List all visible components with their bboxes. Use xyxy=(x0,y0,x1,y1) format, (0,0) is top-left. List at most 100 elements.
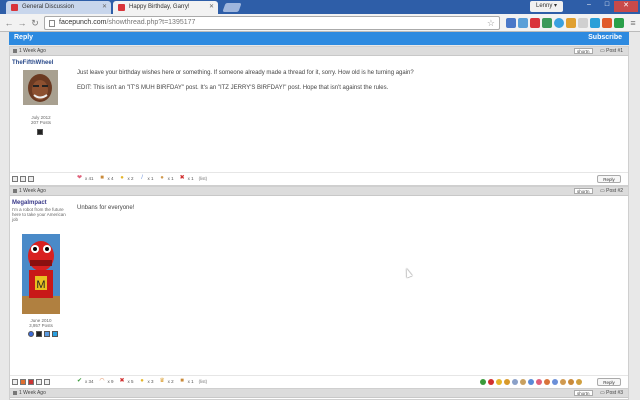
rate-optimistic-icon[interactable] xyxy=(576,379,582,385)
post-date: 1 Week Ago xyxy=(19,48,46,54)
rate-dumb-icon[interactable] xyxy=(568,379,574,385)
browser-icon xyxy=(20,379,26,385)
extension-stop-icon[interactable] xyxy=(530,18,540,28)
rate-zing-icon[interactable] xyxy=(512,379,518,385)
post-footer: ❤ x 41 ■ x 4 ● x 2/x 1 ● x 1 ✖ x 1 (list) Reply xyxy=(10,172,628,184)
shortn-button[interactable]: shortn xyxy=(574,390,593,396)
ratings-bar: ✔ x 34 ◠ x 9 ✖ x 5 ● x 3 ♛ x 2 ■ x 1 (list) xyxy=(76,378,207,384)
user-title: I'm a robot from the future here to take… xyxy=(12,207,66,222)
reply-link[interactable]: Reply xyxy=(14,34,33,41)
rate-artistic-icon[interactable] xyxy=(544,379,550,385)
minimize-button[interactable]: – xyxy=(580,1,598,12)
extension-bell-icon[interactable] xyxy=(602,18,612,28)
tab-happy-birthday[interactable]: Happy Birthday, Garry! ✕ xyxy=(113,1,218,14)
report-icon[interactable] xyxy=(12,176,18,182)
rating-count: x 41 xyxy=(85,175,94,181)
extension-x-icon[interactable] xyxy=(506,18,516,28)
extension-camera-icon[interactable] xyxy=(578,18,588,28)
rating-count: x 3 xyxy=(147,378,154,384)
profile-name: Lenny xyxy=(536,3,553,9)
rate-funny-icon[interactable] xyxy=(496,379,502,385)
post-number-link[interactable]: ▭ Post #2 xyxy=(600,188,623,194)
reload-button[interactable]: ↻ xyxy=(29,17,41,29)
close-icon[interactable]: ✕ xyxy=(102,3,107,10)
box-icon[interactable]: ■ xyxy=(99,175,106,181)
extension-drive-icon[interactable] xyxy=(566,18,576,28)
winner-icon[interactable]: ♛ xyxy=(159,378,166,384)
post-footer: ✔ x 34 ◠ x 9 ✖ x 5 ● x 3 ♛ x 2 ■ x 1 (list) Reply xyxy=(10,375,628,387)
extension-c-icon[interactable] xyxy=(590,18,600,28)
facepunch-favicon xyxy=(118,4,125,11)
address-bar[interactable]: facepunch.com/showthread.php?t=1395177 ☆ xyxy=(44,16,500,30)
post-header: 1 Week Ago shortn ▭ Post #2 xyxy=(10,187,628,196)
rating-count: x 34 xyxy=(85,378,94,384)
avatar[interactable]: M xyxy=(22,234,60,314)
rating-count: x 1 xyxy=(167,175,174,181)
rating-count: x 1 xyxy=(187,175,194,181)
rating-count: x 2 xyxy=(167,378,174,384)
rate-late-icon[interactable] xyxy=(560,379,566,385)
forward-button[interactable]: → xyxy=(16,17,28,29)
username-link[interactable]: MegaImpact xyxy=(12,200,47,206)
tab-title: Happy Birthday, Garry! xyxy=(129,4,190,10)
box-icon[interactable]: ■ xyxy=(179,378,186,384)
rate-disagree-icon[interactable] xyxy=(488,379,494,385)
calendar-icon xyxy=(13,391,17,395)
new-tab-button[interactable] xyxy=(222,3,242,12)
reply-button[interactable]: Reply xyxy=(597,175,621,183)
shortn-button[interactable]: shortn xyxy=(574,48,593,54)
quote-icon[interactable] xyxy=(20,176,26,182)
cookie-icon[interactable]: ● xyxy=(159,175,166,181)
post-text-line: Unbans for everyone! xyxy=(77,205,135,211)
rate-agree-icon[interactable] xyxy=(480,379,486,385)
avatar[interactable] xyxy=(23,70,58,105)
extension-cloud-icon[interactable] xyxy=(542,18,552,28)
rating-count: x 1 xyxy=(147,175,154,181)
post-icon: ▭ xyxy=(600,188,605,194)
post-icon: ▭ xyxy=(600,48,605,54)
post: 1 Week Ago shortn ▭ Post #2 MegaImpact I… xyxy=(9,186,629,394)
back-button[interactable]: ← xyxy=(3,17,15,29)
check-icon[interactable]: ✔ xyxy=(76,378,83,384)
post-body: Unbans for everyone! xyxy=(77,204,134,212)
brush-icon[interactable]: / xyxy=(139,175,146,181)
rate-useful-icon[interactable] xyxy=(552,379,558,385)
rating-count: x 9 xyxy=(107,378,114,384)
subscribe-link[interactable]: Subscribe xyxy=(588,34,622,41)
cross-icon[interactable]: ✖ xyxy=(179,175,186,181)
rate-informative-icon[interactable] xyxy=(520,379,526,385)
quote-icon[interactable] xyxy=(36,379,42,385)
close-window-button[interactable]: ✕ xyxy=(614,1,638,12)
extension-d-icon[interactable] xyxy=(614,18,624,28)
close-icon[interactable]: ✕ xyxy=(209,3,214,10)
username-link[interactable]: TheFifthWheel xyxy=(12,60,53,66)
post-count: 207 Posts xyxy=(30,120,51,125)
reply-button[interactable]: Reply xyxy=(597,378,621,386)
funny-icon[interactable]: ● xyxy=(119,175,126,181)
rate-love-icon[interactable] xyxy=(536,379,542,385)
cross-icon[interactable]: ✖ xyxy=(119,378,126,384)
extension-leaf-icon[interactable] xyxy=(554,18,564,28)
post-number-link[interactable]: ▭ Post #1 xyxy=(600,48,623,54)
edit-icon[interactable] xyxy=(28,176,34,182)
funny-icon[interactable]: ● xyxy=(139,378,146,384)
post: 1 Week Ago shortn ▭ Post #3 xyxy=(9,388,629,400)
rainbow-icon[interactable]: ◠ xyxy=(99,378,106,384)
bookmark-star-icon[interactable]: ☆ xyxy=(487,18,495,29)
edit-icon[interactable] xyxy=(44,379,50,385)
heart-icon[interactable]: ❤ xyxy=(76,175,83,181)
extension-shield-icon[interactable] xyxy=(518,18,528,28)
post-number-link[interactable]: ▭ Post #3 xyxy=(600,390,623,396)
profile-button[interactable]: Lenny ▾ xyxy=(530,1,564,12)
rate-winner-icon[interactable] xyxy=(504,379,510,385)
user-badge-icon xyxy=(44,331,50,337)
rate-friendly-icon[interactable] xyxy=(528,379,534,385)
post-icon: ▭ xyxy=(600,390,605,396)
shortn-button[interactable]: shortn xyxy=(574,188,593,194)
ratings-list-link[interactable]: (list) xyxy=(199,176,208,181)
ratings-list-link[interactable]: (list) xyxy=(199,379,208,384)
rating-count: x 2 xyxy=(127,175,134,181)
tab-general-discussion[interactable]: General Discussion ✕ xyxy=(6,1,111,14)
menu-icon[interactable]: ≡ xyxy=(627,17,639,29)
rating-count: x 1 xyxy=(187,378,194,384)
